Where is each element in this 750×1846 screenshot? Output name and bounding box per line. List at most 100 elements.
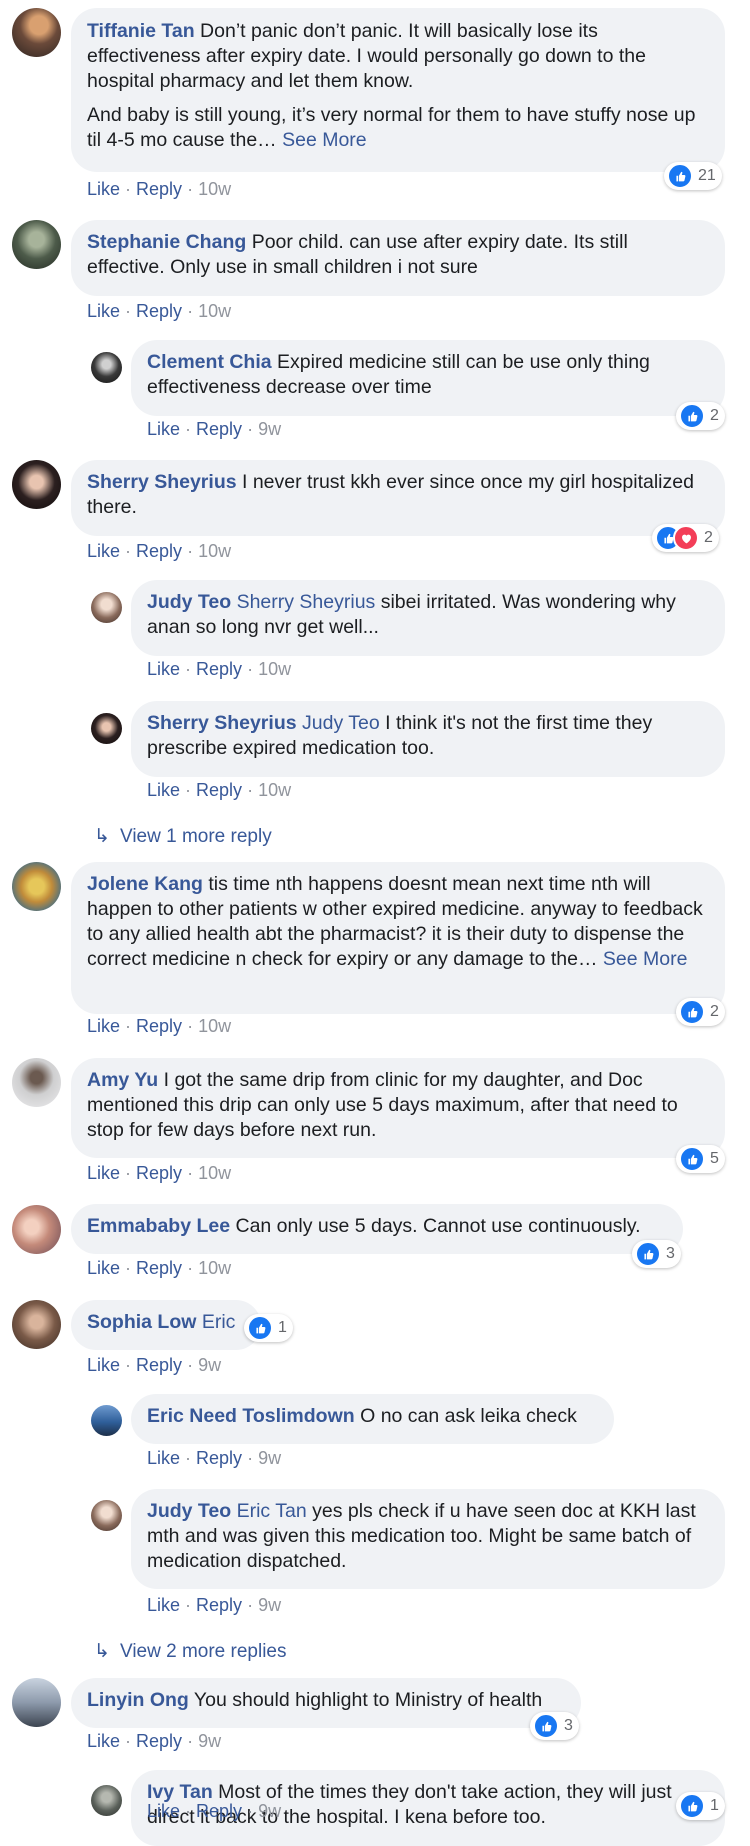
separator: ·: [185, 1595, 192, 1615]
reply-link[interactable]: Reply: [136, 1163, 182, 1183]
avatar[interactable]: [91, 592, 122, 623]
reply-link[interactable]: Reply: [136, 1731, 182, 1751]
reply-bubble: Eric Need Toslimdown O no can ask leika …: [131, 1394, 614, 1444]
mention-tag[interactable]: Sherry Sheyrius: [237, 591, 376, 613]
avatar[interactable]: [91, 1500, 122, 1531]
avatar[interactable]: [91, 1785, 122, 1816]
reply-actions: Like · Reply · 10w: [147, 658, 291, 680]
comment-thread: Tiffanie Tan Don’t panic don’t panic. It…: [0, 0, 750, 1846]
like-link[interactable]: Like: [87, 1163, 120, 1183]
like-link[interactable]: Like: [147, 419, 180, 439]
timestamp[interactable]: 10w: [258, 659, 291, 679]
reaction-summary[interactable]: 21: [664, 162, 722, 190]
avatar[interactable]: [12, 1678, 61, 1727]
separator: ·: [125, 1355, 132, 1375]
view-more-replies-link[interactable]: ↳ View 2 more replies: [94, 1640, 287, 1664]
like-link[interactable]: Like: [147, 1448, 180, 1468]
timestamp[interactable]: 9w: [258, 1595, 281, 1615]
separator: ·: [187, 1355, 194, 1375]
reaction-summary[interactable]: 2: [676, 998, 725, 1026]
like-link[interactable]: Like: [87, 1258, 120, 1278]
like-link[interactable]: Like: [147, 1801, 180, 1821]
reply-link[interactable]: Reply: [196, 1595, 242, 1615]
timestamp[interactable]: 10w: [198, 1016, 231, 1036]
reaction-summary[interactable]: 1: [676, 1792, 725, 1820]
timestamp[interactable]: 9w: [198, 1355, 221, 1375]
reaction-summary[interactable]: 1: [244, 1314, 293, 1342]
like-reaction-icon: [679, 403, 705, 429]
mention-tag[interactable]: Judy Teo: [302, 712, 380, 734]
reply-link[interactable]: Reply: [136, 301, 182, 321]
like-link[interactable]: Like: [147, 659, 180, 679]
avatar[interactable]: [12, 1058, 61, 1107]
reply-author[interactable]: Judy Teo: [147, 591, 231, 613]
comment-author[interactable]: Sophia Low: [87, 1311, 196, 1333]
avatar[interactable]: [91, 352, 122, 383]
reaction-summary[interactable]: 3: [530, 1712, 579, 1740]
comment-body: I got the same drip from clinic for my d…: [87, 1069, 678, 1141]
timestamp[interactable]: 9w: [258, 1801, 281, 1821]
timestamp[interactable]: 10w: [198, 1258, 231, 1278]
comment-author[interactable]: Jolene Kang: [87, 873, 203, 895]
like-link[interactable]: Like: [87, 1731, 120, 1751]
timestamp[interactable]: 10w: [198, 1163, 231, 1183]
reply-link[interactable]: Reply: [136, 1355, 182, 1375]
comment-author[interactable]: Stephanie Chang: [87, 231, 246, 253]
comment-author[interactable]: Linyin Ong: [87, 1689, 189, 1711]
reply-link[interactable]: Reply: [196, 419, 242, 439]
avatar[interactable]: [91, 1405, 122, 1436]
avatar[interactable]: [12, 862, 61, 911]
avatar[interactable]: [12, 8, 61, 57]
reply-link[interactable]: Reply: [196, 659, 242, 679]
comment-actions: Like · Reply · 10w: [87, 1162, 231, 1184]
reply-link[interactable]: Reply: [196, 1801, 242, 1821]
view-more-replies-link[interactable]: ↳ View 1 more reply: [94, 825, 272, 849]
avatar[interactable]: [12, 1205, 61, 1254]
reaction-summary[interactable]: 3: [632, 1240, 681, 1268]
timestamp[interactable]: 10w: [198, 179, 231, 199]
like-link[interactable]: Like: [87, 1355, 120, 1375]
reply-link[interactable]: Reply: [136, 1258, 182, 1278]
reply-author[interactable]: Sherry Sheyrius: [147, 712, 297, 734]
mention-tag[interactable]: Eric Tan: [237, 1500, 307, 1522]
reply-author[interactable]: Judy Teo: [147, 1500, 231, 1522]
reaction-summary[interactable]: 5: [676, 1145, 725, 1173]
see-more-link[interactable]: See More: [282, 129, 367, 151]
reply-link[interactable]: Reply: [196, 1448, 242, 1468]
avatar[interactable]: [12, 1300, 61, 1349]
reply-author[interactable]: Clement Chia: [147, 351, 272, 373]
reply-link[interactable]: Reply: [136, 541, 182, 561]
timestamp[interactable]: 9w: [258, 419, 281, 439]
timestamp[interactable]: 10w: [258, 780, 291, 800]
view-more-label: View 1 more reply: [120, 826, 272, 847]
mention-tag[interactable]: Eric: [202, 1311, 236, 1333]
comment-author[interactable]: Sherry Sheyrius: [87, 471, 237, 493]
timestamp[interactable]: 9w: [198, 1731, 221, 1751]
reaction-count: 1: [278, 1319, 287, 1336]
like-link[interactable]: Like: [87, 179, 120, 199]
reply-link[interactable]: Reply: [196, 780, 242, 800]
comment-author[interactable]: Tiffanie Tan: [87, 20, 195, 42]
like-link[interactable]: Like: [87, 301, 120, 321]
comment-actions: Like · Reply · 9w: [87, 1354, 221, 1376]
reply-link[interactable]: Reply: [136, 1016, 182, 1036]
avatar[interactable]: [12, 220, 61, 269]
reply-link[interactable]: Reply: [136, 179, 182, 199]
see-more-link[interactable]: See More: [603, 948, 688, 970]
like-link[interactable]: Like: [147, 780, 180, 800]
avatar[interactable]: [12, 460, 61, 509]
reaction-summary[interactable]: 2: [676, 402, 725, 430]
comment-author[interactable]: Amy Yu: [87, 1069, 158, 1091]
like-link[interactable]: Like: [87, 541, 120, 561]
reaction-summary[interactable]: 2: [652, 524, 719, 552]
separator: ·: [187, 541, 194, 561]
timestamp[interactable]: 9w: [258, 1448, 281, 1468]
reply-author[interactable]: Eric Need Toslimdown: [147, 1405, 355, 1427]
timestamp[interactable]: 10w: [198, 541, 231, 561]
reply-bubble: Sherry Sheyrius Judy Teo I think it's no…: [131, 701, 725, 777]
timestamp[interactable]: 10w: [198, 301, 231, 321]
avatar[interactable]: [91, 713, 122, 744]
like-link[interactable]: Like: [147, 1595, 180, 1615]
comment-author[interactable]: Emmababy Lee: [87, 1215, 230, 1237]
like-link[interactable]: Like: [87, 1016, 120, 1036]
